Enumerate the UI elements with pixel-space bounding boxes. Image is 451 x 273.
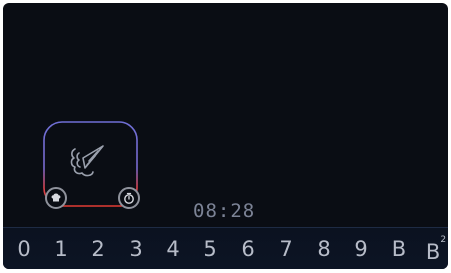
power-level-key[interactable]: 6 bbox=[233, 234, 263, 264]
power-level-key[interactable]: 0 bbox=[9, 234, 39, 264]
power-level-key[interactable]: 8 bbox=[309, 234, 339, 264]
power-level-label: 7 bbox=[279, 237, 293, 261]
clock-display: 08:28 bbox=[193, 200, 256, 222]
timer-icon bbox=[124, 192, 134, 204]
power-level-label: 8 bbox=[317, 237, 331, 261]
power-level-key[interactable]: 2 bbox=[83, 234, 113, 264]
power-level-label: 3 bbox=[129, 237, 143, 261]
power-level-key[interactable]: 1 bbox=[46, 234, 76, 264]
power-level-key[interactable]: B2 bbox=[421, 234, 448, 264]
timer-badge[interactable] bbox=[118, 187, 140, 209]
power-level-key[interactable]: 7 bbox=[271, 234, 301, 264]
power-level-label: 2 bbox=[91, 237, 105, 261]
power-level-label: 0 bbox=[17, 237, 31, 261]
power-level-label: 1 bbox=[54, 237, 68, 261]
steam-function-card[interactable] bbox=[43, 121, 140, 209]
steam-icon bbox=[70, 145, 104, 177]
power-level-label: 5 bbox=[203, 237, 217, 261]
power-level-label: 6 bbox=[241, 237, 255, 261]
power-level-bar: 0 1 2 3 4 5 6 7 8 9 B B2 bbox=[3, 227, 448, 269]
chef-hat-badge[interactable] bbox=[45, 187, 67, 209]
power-level-key[interactable]: B bbox=[384, 234, 414, 264]
chef-hat-icon bbox=[51, 193, 61, 202]
power-level-label: 9 bbox=[354, 237, 368, 261]
power-level-key[interactable]: 3 bbox=[121, 234, 151, 264]
power-level-key[interactable]: 4 bbox=[158, 234, 188, 264]
power-level-label: B bbox=[425, 240, 441, 264]
power-level-superscript: 2 bbox=[440, 235, 447, 245]
power-level-label: 4 bbox=[166, 237, 180, 261]
power-level-key[interactable]: 5 bbox=[195, 234, 225, 264]
power-level-key[interactable]: 9 bbox=[346, 234, 376, 264]
power-level-label: B bbox=[391, 237, 407, 261]
cooktop-display: 08:28 0 1 2 3 4 5 6 7 8 9 B B2 bbox=[3, 3, 448, 269]
